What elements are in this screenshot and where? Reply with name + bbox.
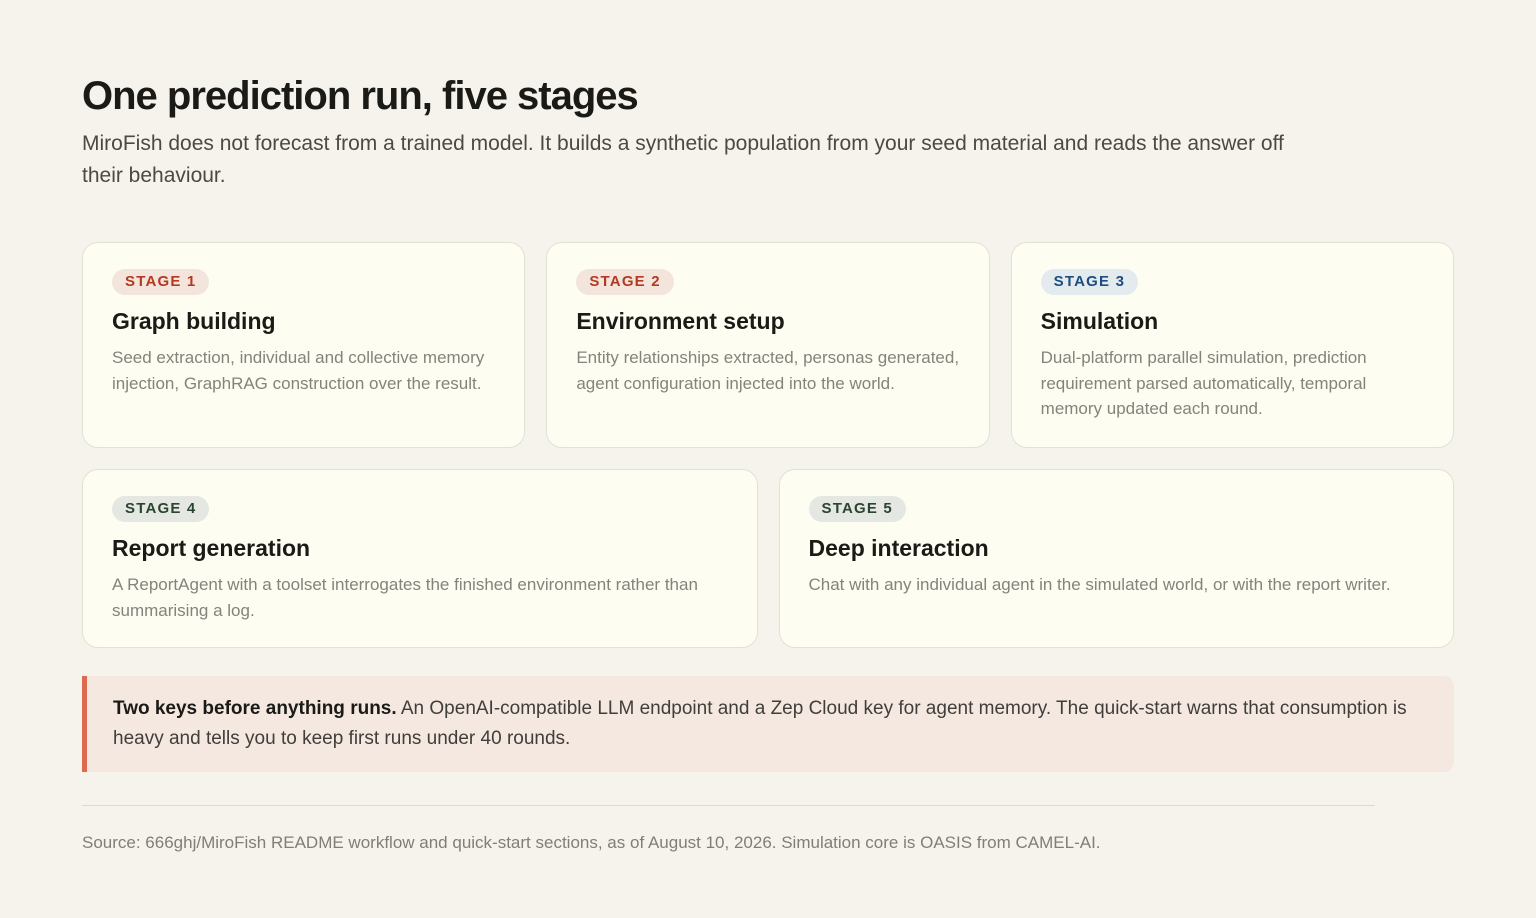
page-title: One prediction run, five stages xyxy=(82,74,639,118)
source-note: Source: 666ghj/MiroFish README workflow … xyxy=(82,833,1101,852)
stage-card-2: STAGE 2 Environment setup Entity relatio… xyxy=(546,242,990,448)
stage-badge: STAGE 1 xyxy=(112,269,210,295)
stage-badge: STAGE 5 xyxy=(808,496,906,522)
stage-title: Graph building xyxy=(112,308,276,334)
stage-card-1: STAGE 1 Graph building Seed extraction, … xyxy=(82,242,526,448)
stage-card-3: STAGE 3 Simulation Dual-platform paralle… xyxy=(1010,242,1454,448)
stage-title: Report generation xyxy=(112,535,311,561)
stage-description: Dual-platform parallel simulation, predi… xyxy=(1040,348,1367,418)
stage-badge: STAGE 3 xyxy=(1040,269,1139,295)
stage-badge: STAGE 4 xyxy=(112,496,210,522)
stage-description: A ReportAgent with a toolset interrogate… xyxy=(112,575,698,620)
page: One prediction run, five stages MiroFish… xyxy=(0,0,1536,918)
requirements-callout: Two keys before anything runs. An OpenAI… xyxy=(82,676,1454,772)
stages-row-top: STAGE 1 Graph building Seed extraction, … xyxy=(82,242,1454,448)
stage-badge: STAGE 2 xyxy=(576,269,674,295)
stages-row-bottom: STAGE 4 Report generation A ReportAgent … xyxy=(82,469,1454,648)
stage-card-5: STAGE 5 Deep interaction Chat with any i… xyxy=(778,469,1454,648)
stage-card-4: STAGE 4 Report generation A ReportAgent … xyxy=(82,469,758,648)
stage-description: Entity relationships extracted, personas… xyxy=(576,348,960,393)
stage-title: Environment setup xyxy=(576,308,785,334)
page-subtitle: MiroFish does not forecast from a traine… xyxy=(82,132,1284,187)
callout-lead: Two keys before anything runs. xyxy=(113,698,397,719)
stage-title: Deep interaction xyxy=(808,535,989,561)
stage-description: Chat with any individual agent in the si… xyxy=(808,575,1391,594)
footer-divider xyxy=(82,805,1375,806)
stage-description: Seed extraction, individual and collecti… xyxy=(112,348,485,393)
stage-title: Simulation xyxy=(1040,308,1159,334)
